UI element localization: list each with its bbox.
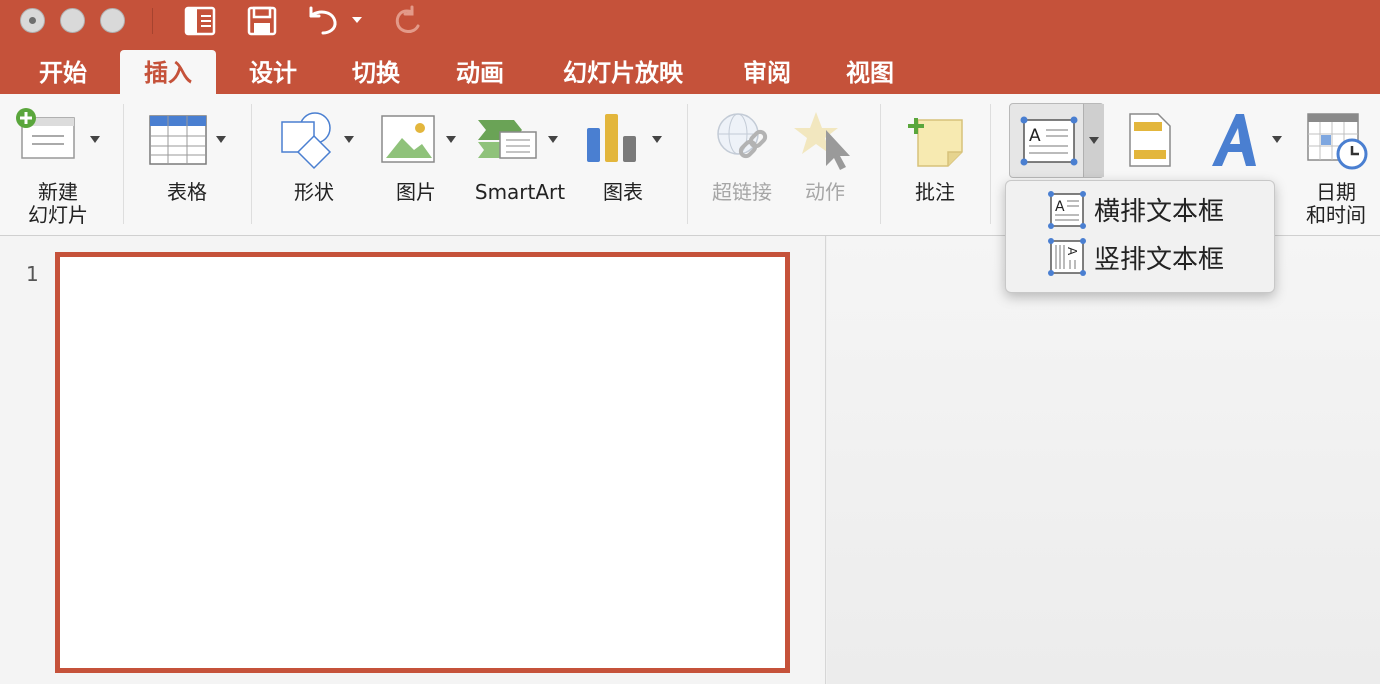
sidebar-icon[interactable] xyxy=(183,4,217,38)
chart-dropdown-arrow[interactable] xyxy=(652,136,662,143)
tab-transitions[interactable]: 切换 xyxy=(333,50,419,94)
redo-icon xyxy=(395,5,420,33)
smartart-dropdown-arrow[interactable] xyxy=(548,136,558,143)
menu-item-vertical-textbox[interactable]: 竖排文本框 xyxy=(1094,240,1270,280)
ribbon-divider xyxy=(687,104,688,224)
new-slide-icon xyxy=(16,108,75,159)
horizontal-textbox-icon: A xyxy=(1048,191,1086,229)
new-slide-dropdown-arrow[interactable] xyxy=(90,136,100,143)
tab-animations[interactable]: 动画 xyxy=(437,50,523,94)
new-slide-label-2: 幻灯片 xyxy=(28,203,88,227)
slide-thumbnail[interactable] xyxy=(55,252,790,673)
menu-item-horizontal-textbox[interactable]: 横排文本框 xyxy=(1094,192,1270,232)
ribbon-divider xyxy=(251,104,252,224)
undo-dropdown-icon[interactable] xyxy=(350,14,364,26)
tab-slideshow[interactable]: 幻灯片放映 xyxy=(545,50,701,94)
chart-icon xyxy=(587,114,636,162)
textbox-button[interactable]: A xyxy=(1009,103,1104,178)
table-label: 表格 xyxy=(167,180,207,204)
calendar-clock-icon xyxy=(1307,113,1368,170)
close-window-button[interactable] xyxy=(20,8,45,33)
ribbon-divider xyxy=(123,104,124,224)
tab-review[interactable]: 审阅 xyxy=(724,50,810,94)
comment-label: 批注 xyxy=(915,180,955,204)
ribbon-tabs: 开始 插入 设计 切换 动画 幻灯片放映 审阅 视图 xyxy=(0,50,1380,94)
tab-home[interactable]: 开始 xyxy=(20,50,106,94)
date-time-label-1: 日期 xyxy=(1316,180,1356,204)
shapes-icon xyxy=(281,112,332,170)
pictures-label: 图片 xyxy=(396,180,436,204)
slides-panel: 1 xyxy=(0,236,826,684)
ribbon-divider xyxy=(990,104,991,224)
titlebar-divider xyxy=(152,8,153,34)
slide-number: 1 xyxy=(26,262,39,286)
action-label: 动作 xyxy=(805,180,845,204)
ribbon-divider xyxy=(880,104,881,224)
picture-icon xyxy=(381,115,435,163)
tab-view[interactable]: 视图 xyxy=(827,50,913,94)
smartart-icon xyxy=(478,120,537,159)
date-time-label-2: 和时间 xyxy=(1306,203,1366,227)
new-slide-label-1: 新建 xyxy=(38,180,78,204)
tab-insert[interactable]: 插入 xyxy=(120,50,216,94)
shapes-dropdown-arrow[interactable] xyxy=(344,136,354,143)
chart-label: 图表 xyxy=(603,180,643,204)
smartart-label: SmartArt xyxy=(474,180,566,204)
table-icon xyxy=(149,115,207,165)
textbox-dropdown-toggle[interactable] xyxy=(1083,104,1104,177)
minimize-window-button[interactable] xyxy=(60,8,85,33)
svg-text:A: A xyxy=(1055,199,1065,215)
hyperlink-icon xyxy=(717,113,768,159)
textbox-icon: A xyxy=(1020,116,1078,166)
svg-text:A: A xyxy=(1029,126,1041,146)
slide-canvas[interactable] xyxy=(827,236,1380,684)
shapes-label: 形状 xyxy=(294,180,334,204)
vertical-textbox-icon: A xyxy=(1048,238,1086,276)
title-bar xyxy=(0,0,1380,50)
textbox-dropdown-menu: A 横排文本框 A 竖排文本框 xyxy=(1005,180,1275,293)
table-dropdown-arrow[interactable] xyxy=(216,136,226,143)
zoom-window-button[interactable] xyxy=(100,8,125,33)
tab-design[interactable]: 设计 xyxy=(230,50,316,94)
action-icon xyxy=(794,112,850,170)
header-footer-icon[interactable] xyxy=(1126,112,1174,168)
wordart-icon[interactable] xyxy=(1206,110,1264,170)
pictures-dropdown-arrow[interactable] xyxy=(446,136,456,143)
hyperlink-label: 超链接 xyxy=(712,180,772,204)
textbox-dropdown-arrow xyxy=(1089,137,1099,144)
save-icon[interactable] xyxy=(245,4,279,38)
comment-icon xyxy=(908,118,963,167)
undo-icon[interactable] xyxy=(303,4,343,38)
wordart-dropdown-arrow[interactable] xyxy=(1272,136,1282,143)
svg-text:A: A xyxy=(1065,247,1079,256)
